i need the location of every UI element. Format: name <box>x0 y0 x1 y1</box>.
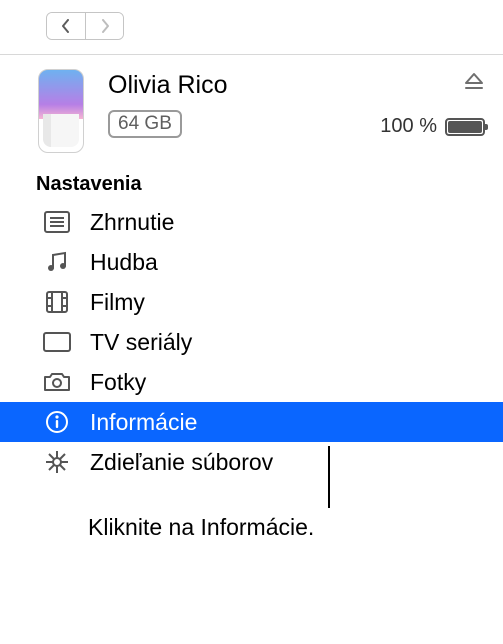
eject-button[interactable] <box>463 71 485 93</box>
section-title: Nastavenia <box>0 163 503 202</box>
sidebar-item-photos[interactable]: Fotky <box>0 362 503 402</box>
forward-button[interactable] <box>85 13 123 39</box>
sidebar-item-music[interactable]: Hudba <box>0 242 503 282</box>
summary-icon <box>42 211 72 233</box>
sidebar-item-summary[interactable]: Zhrnutie <box>0 202 503 242</box>
sidebar-item-label: TV seriály <box>90 329 192 356</box>
film-icon <box>42 290 72 314</box>
music-icon <box>42 250 72 274</box>
apps-icon <box>42 449 72 475</box>
sidebar-item-info[interactable]: Informácie <box>0 402 503 442</box>
device-info: Olivia Rico 64 GB <box>84 69 380 138</box>
callout: Kliknite na Informácie. <box>88 484 418 541</box>
storage-badge: 64 GB <box>108 110 182 138</box>
battery-icon <box>445 118 485 136</box>
sidebar-item-label: Zhrnutie <box>90 209 174 236</box>
device-header: Olivia Rico 64 GB 100 % <box>0 55 503 163</box>
camera-icon <box>42 371 72 393</box>
sidebar-item-filesharing[interactable]: Zdieľanie súborov <box>0 442 503 482</box>
settings-list: Zhrnutie Hudba Filmy TV seriály Fotky In… <box>0 202 503 482</box>
sidebar-item-label: Zdieľanie súborov <box>90 449 273 476</box>
info-icon <box>42 410 72 434</box>
sidebar-item-label: Filmy <box>90 289 145 316</box>
sidebar-item-label: Hudba <box>90 249 158 276</box>
device-right-column: 100 % <box>380 69 485 138</box>
callout-line <box>328 446 330 508</box>
tv-icon <box>42 332 72 352</box>
nav-buttons <box>46 12 124 40</box>
callout-text: Kliknite na Informácie. <box>88 484 418 541</box>
sidebar-item-label: Informácie <box>90 409 197 436</box>
sidebar-item-movies[interactable]: Filmy <box>0 282 503 322</box>
back-button[interactable] <box>47 13 85 39</box>
sidebar-item-label: Fotky <box>90 369 146 396</box>
battery-percent: 100 % <box>380 115 437 138</box>
sidebar-item-tv[interactable]: TV seriály <box>0 322 503 362</box>
battery-status: 100 % <box>380 115 485 138</box>
device-name: Olivia Rico <box>108 71 380 100</box>
device-thumbnail <box>38 69 84 153</box>
toolbar <box>0 0 503 55</box>
